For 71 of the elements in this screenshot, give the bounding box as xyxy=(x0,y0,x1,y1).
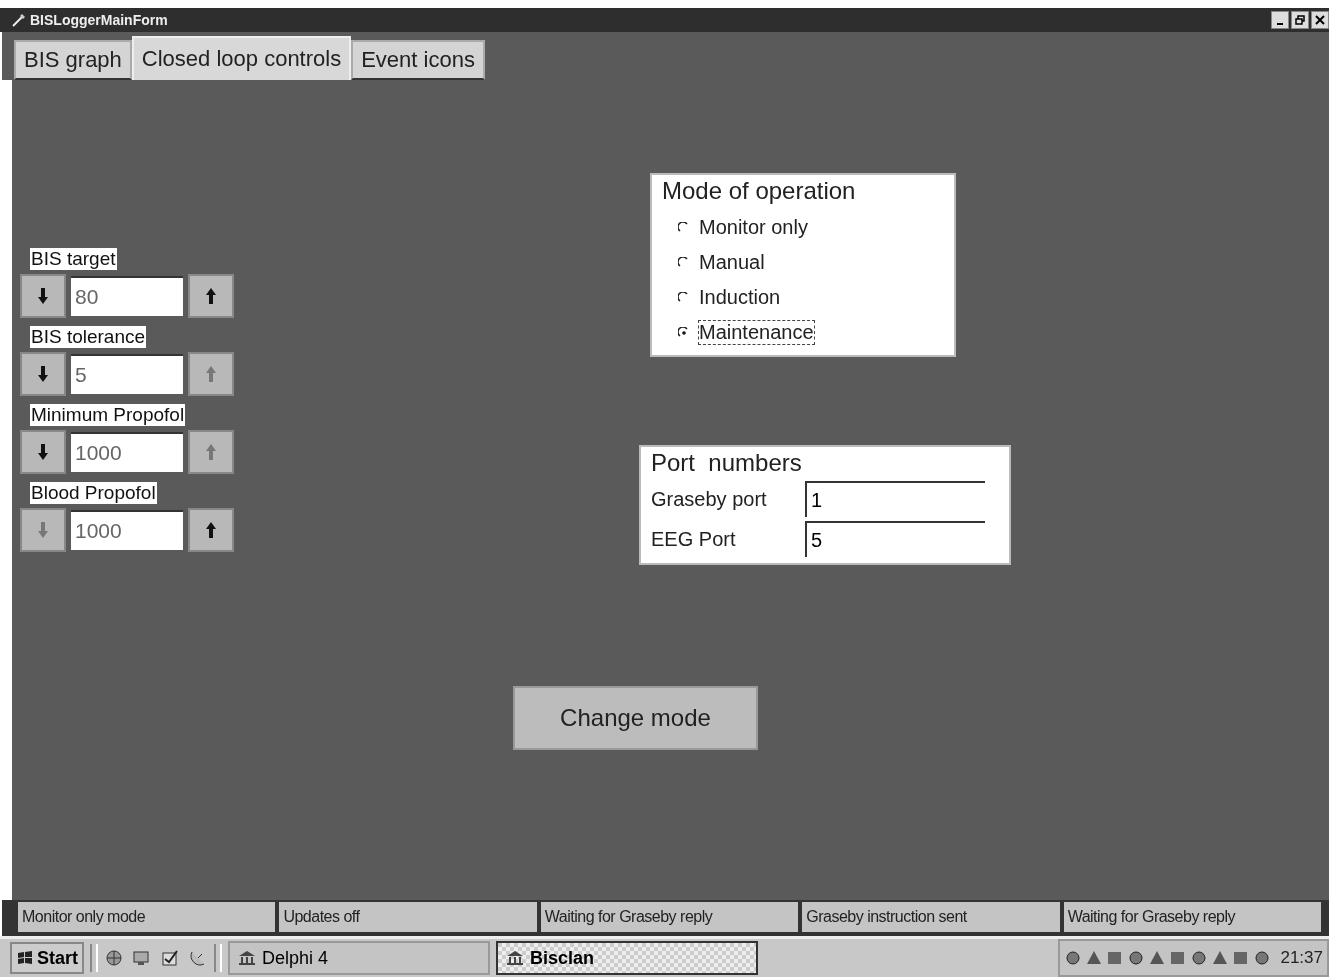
down-arrow-icon xyxy=(37,365,49,383)
tray-icon[interactable] xyxy=(1148,949,1167,967)
radio-button[interactable] xyxy=(678,291,690,304)
minimize-icon xyxy=(1277,22,1283,25)
group-title: Port numbers xyxy=(651,449,803,477)
down-arrow-icon xyxy=(37,443,49,461)
taskbar-divider xyxy=(214,944,222,972)
taskbar-button[interactable]: Delphi 4 xyxy=(228,941,490,975)
increment-button[interactable] xyxy=(188,274,234,318)
down-arrow-icon xyxy=(37,521,49,539)
up-arrow-icon xyxy=(205,443,217,461)
check-icon[interactable] xyxy=(160,948,180,968)
tray-icon[interactable] xyxy=(1190,949,1209,967)
field-label: EEG Port xyxy=(651,527,737,551)
status-panel: Updates off xyxy=(279,902,537,932)
field-label: BIS target xyxy=(30,248,117,270)
field-label: Blood Propofol xyxy=(30,482,157,504)
clock: 21:37 xyxy=(1280,948,1323,968)
number-field[interactable]: 1000 xyxy=(71,510,183,550)
port-field[interactable]: 1 xyxy=(805,481,985,517)
restore-icon xyxy=(1295,15,1305,25)
minimize-button[interactable] xyxy=(1271,11,1289,29)
status-panel: Waiting for Graseby reply xyxy=(540,902,799,932)
down-arrow-icon xyxy=(37,287,49,305)
taskbar-button[interactable]: Bisclan xyxy=(496,941,758,975)
restore-button[interactable] xyxy=(1291,11,1309,29)
increment-button[interactable] xyxy=(188,508,234,552)
up-arrow-icon xyxy=(205,287,217,305)
radio-button[interactable] xyxy=(678,256,690,269)
tab[interactable]: Event icons xyxy=(351,40,485,80)
field-label: BIS tolerance xyxy=(30,326,147,348)
decrement-button[interactable] xyxy=(20,274,66,318)
change-mode-button[interactable]: Change mode xyxy=(513,686,758,750)
radio-label[interactable]: Induction xyxy=(698,285,782,310)
number-field[interactable]: 1000 xyxy=(71,432,183,472)
tray-icon[interactable] xyxy=(1253,949,1272,967)
field-label: Minimum Propofol xyxy=(30,404,186,426)
start-button[interactable]: Start xyxy=(10,942,84,974)
field-label: Graseby port xyxy=(651,487,768,511)
up-arrow-icon xyxy=(205,521,217,539)
port-field[interactable]: 5 xyxy=(805,521,985,557)
number-field[interactable]: 5 xyxy=(71,354,183,394)
radio-label[interactable]: Monitor only xyxy=(698,215,809,240)
desktop-icon[interactable] xyxy=(132,948,152,968)
decrement-button[interactable] xyxy=(20,352,66,396)
tray-icon[interactable] xyxy=(1127,949,1146,967)
tray-icon[interactable] xyxy=(1211,949,1230,967)
close-button[interactable] xyxy=(1311,11,1329,29)
decrement-button[interactable] xyxy=(20,430,66,474)
program-icon xyxy=(238,950,256,966)
status-panel: Graseby instruction sent xyxy=(802,902,1060,932)
wand-icon xyxy=(12,13,26,27)
radio-label[interactable]: Maintenance xyxy=(698,320,815,345)
program-icon xyxy=(506,950,524,966)
tab[interactable]: Closed loop controls xyxy=(131,36,352,80)
windows-logo-icon xyxy=(16,950,34,966)
window-title: BISLoggerMainForm xyxy=(30,12,168,28)
globe-icon[interactable] xyxy=(104,948,124,968)
up-arrow-icon xyxy=(205,365,217,383)
radio-button[interactable] xyxy=(678,221,690,234)
status-panel: Monitor only mode xyxy=(18,902,276,932)
number-field[interactable]: 80 xyxy=(71,276,183,316)
tab[interactable]: BIS graph xyxy=(14,40,132,80)
tray-icon[interactable] xyxy=(1064,949,1083,967)
status-panel: Waiting for Graseby reply xyxy=(1063,902,1322,932)
close-icon xyxy=(1315,15,1325,25)
radio-label[interactable]: Manual xyxy=(698,250,766,275)
taskbar-divider xyxy=(90,944,98,972)
group-title: Mode of operation xyxy=(662,177,857,205)
tray-icon[interactable] xyxy=(1085,949,1104,967)
radio-button[interactable] xyxy=(678,326,690,339)
